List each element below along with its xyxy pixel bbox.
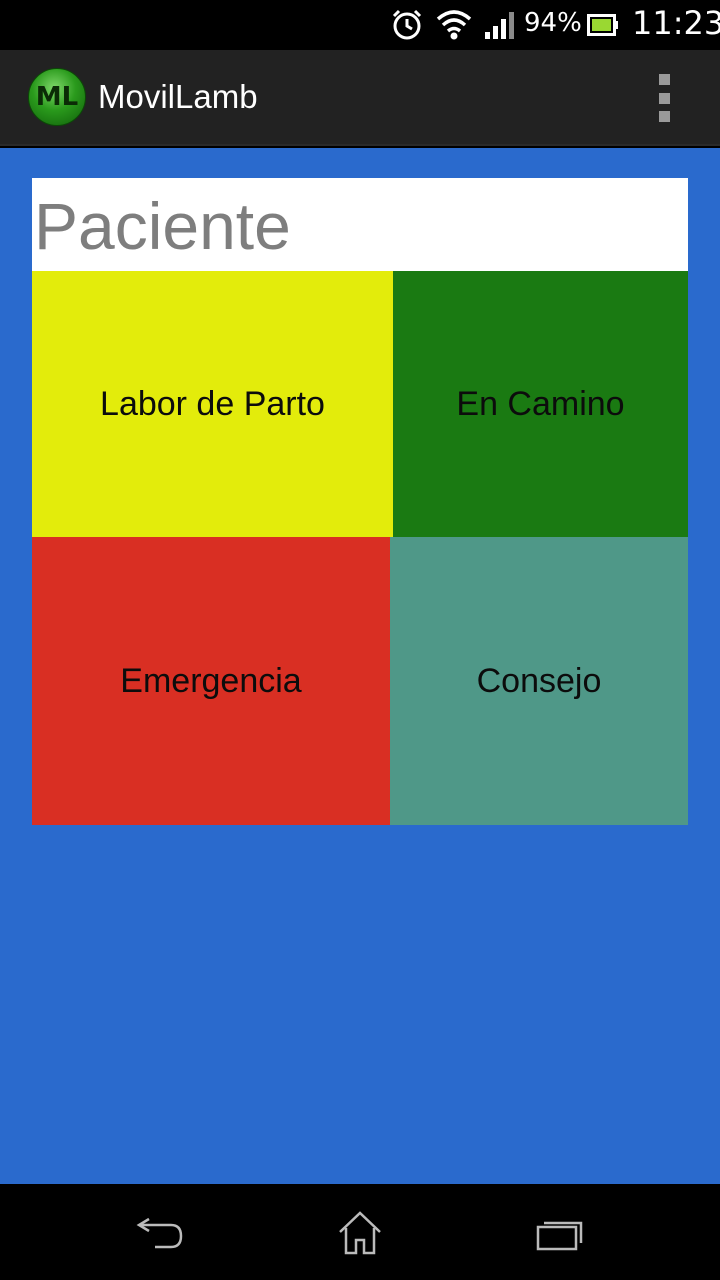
back-icon[interactable] xyxy=(130,1208,190,1258)
alarm-icon xyxy=(390,0,424,50)
recent-apps-icon[interactable] xyxy=(530,1208,590,1258)
overflow-menu-icon[interactable] xyxy=(650,74,678,122)
signal-icon xyxy=(483,0,517,50)
clock: 11:23 xyxy=(632,4,720,42)
battery-icon xyxy=(587,0,619,50)
nav-bar xyxy=(0,1184,720,1280)
app-title: MovilLamb xyxy=(98,78,258,115)
app-logo: ML xyxy=(28,68,86,126)
action-bar: ML MovilLamb xyxy=(0,50,720,146)
labor-de-parto-button[interactable]: Labor de Parto xyxy=(32,271,393,537)
main-content: Paciente Labor de Parto En Camino Emerge… xyxy=(0,148,720,1184)
page-title: Paciente xyxy=(34,189,291,263)
patient-card: Paciente Labor de Parto En Camino Emerge… xyxy=(32,178,688,825)
home-icon[interactable] xyxy=(330,1208,390,1258)
en-camino-button[interactable]: En Camino xyxy=(393,271,688,537)
status-bar: 94% 11:23 xyxy=(0,0,720,50)
emergencia-button[interactable]: Emergencia xyxy=(32,537,390,825)
consejo-button[interactable]: Consejo xyxy=(390,537,688,825)
wifi-icon xyxy=(436,0,472,50)
battery-percent: 94% xyxy=(524,8,582,38)
